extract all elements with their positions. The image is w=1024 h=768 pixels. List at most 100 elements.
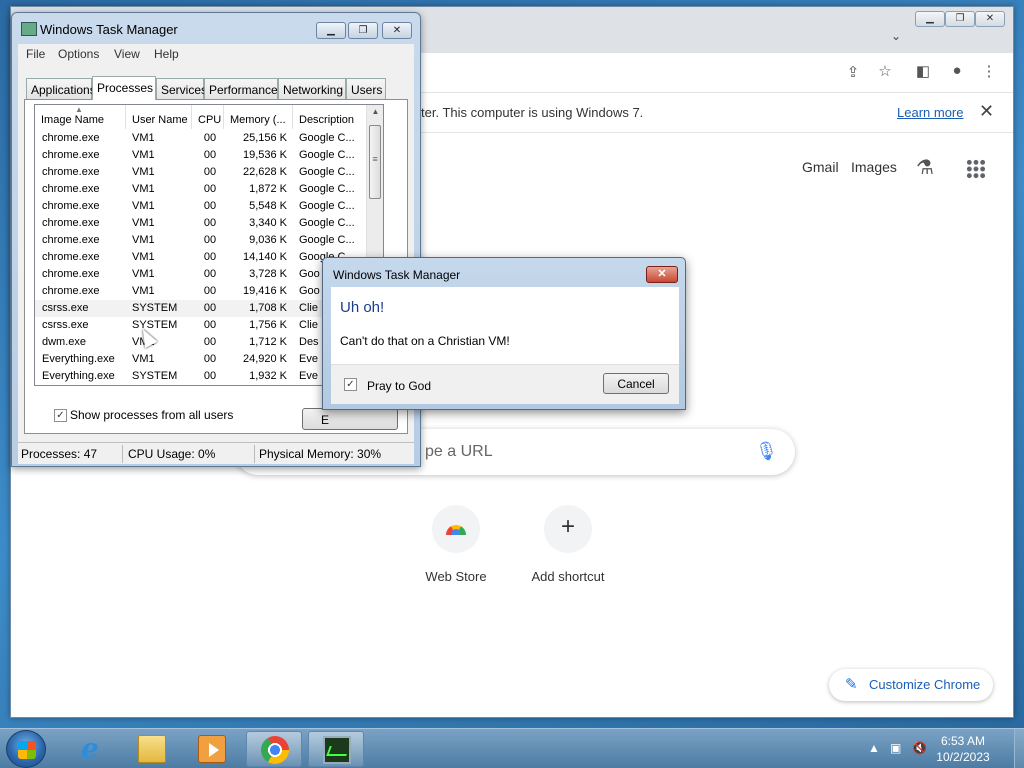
microphone-icon[interactable]: 🎙 [755,441,778,462]
side-panel-icon[interactable]: ◧ [913,62,933,80]
process-row[interactable]: chrome.exe VM1 00 3,728 K Goo [35,266,369,283]
pray-to-god-label: Pray to God [367,379,432,393]
web-store-icon [432,505,480,553]
dialog-title: Windows Task Manager [333,268,461,282]
row-memory: 22,628 K [242,166,287,178]
media-player-icon [198,735,226,763]
menu-file[interactable]: File [26,47,45,61]
dialog-message: Can't do that on a Christian VM! [340,334,510,348]
process-row[interactable]: chrome.exe VM1 00 25,156 K Google C... [35,130,369,147]
tab-applications[interactable]: Applications [26,78,96,99]
process-row[interactable]: Everything.exe SYSTEM 00 1,932 K Eve [35,368,369,385]
bookmark-star-icon[interactable]: ☆ [875,62,895,80]
labs-flask-icon[interactable]: ⚗ [916,155,934,180]
task-manager-title: Windows Task Manager [40,22,178,37]
row-user-name: VM1 [132,234,155,246]
customize-chrome-button[interactable]: ✎ Customize Chrome [829,669,993,701]
search-input[interactable]: pe a URL [425,443,493,461]
row-image-name: chrome.exe [42,149,100,161]
tab-users[interactable]: Users [346,78,386,99]
tab-performance[interactable]: Performance [204,78,278,99]
process-row[interactable]: chrome.exe VM1 00 9,036 K Google C... [35,232,369,249]
banner-close-icon[interactable]: ✕ [979,101,994,122]
process-row[interactable]: chrome.exe VM1 00 5,548 K Google C... [35,198,369,215]
row-memory: 25,156 K [242,132,287,144]
tray-network-icon[interactable]: ▣ [890,741,901,755]
tab-services[interactable]: Services [156,78,207,99]
dialog-close-button[interactable]: ✕ [646,266,678,283]
col-cpu[interactable]: CPU [192,105,224,129]
row-image-name: chrome.exe [42,285,100,297]
process-row[interactable]: chrome.exe VM1 00 3,340 K Google C... [35,215,369,232]
menu-view[interactable]: View [114,47,140,61]
col-user-name[interactable]: User Name [126,105,192,129]
process-row[interactable]: csrss.exe SYSTEM 00 1,708 K Clie [35,300,369,317]
taskbar-clock[interactable]: 6:53 AM 10/2/2023 [926,733,1000,765]
chrome-icon [261,736,289,764]
chrome-maximize-button[interactable]: ❐ [945,11,975,27]
customize-label: Customize Chrome [869,677,981,692]
scroll-thumb[interactable]: ≡ [369,125,381,199]
process-row[interactable]: chrome.exe VM1 00 19,416 K Goo [35,283,369,300]
profile-avatar-icon[interactable]: ● [947,62,967,79]
tm-minimize-button[interactable]: ▁ [316,22,346,39]
shortcut-add[interactable]: + Add shortcut [513,505,623,584]
tab-search-chevron-icon[interactable]: ⌄ [891,29,901,43]
row-image-name: chrome.exe [42,268,100,280]
pray-to-god-checkbox[interactable]: ✓ [344,378,357,391]
col-memory[interactable]: Memory (... [224,105,293,129]
row-cpu: 00 [203,217,217,229]
tray-volume-muted-icon[interactable]: 🔇 [912,741,927,755]
taskbar-file-explorer[interactable] [124,731,180,767]
learn-more-link[interactable]: Learn more [897,105,963,120]
start-button[interactable] [6,730,46,768]
chrome-menu-icon[interactable]: ⋮ [979,62,999,80]
taskbar-chrome[interactable] [246,731,302,767]
row-user-name: VM1 [132,166,155,178]
shortcut-label: Add shortcut [531,569,605,584]
menu-help[interactable]: Help [154,47,179,61]
tm-close-button[interactable]: ✕ [382,22,412,39]
menu-options[interactable]: Options [58,47,99,61]
process-row[interactable]: Everything.exe VM1 00 24,920 K Eve [35,351,369,368]
process-row[interactable]: csrss.exe SYSTEM 00 1,756 K Clie [35,317,369,334]
show-desktop-button[interactable] [1014,729,1024,768]
end-process-button[interactable]: E [302,408,398,430]
row-image-name: Everything.exe [42,353,115,365]
chrome-close-button[interactable]: ✕ [975,11,1005,27]
row-image-name: chrome.exe [42,234,100,246]
chrome-minimize-button[interactable]: ▁ [915,11,945,27]
cancel-button[interactable]: Cancel [603,373,669,394]
scroll-up-arrow-icon[interactable]: ▲ [367,107,383,116]
col-image-name[interactable]: ▲ Image Name [35,105,126,129]
taskbar-task-manager[interactable] [308,731,364,767]
tab-processes[interactable]: Processes [92,76,156,100]
tm-maximize-button[interactable]: ❐ [348,22,378,39]
internet-explorer-icon: e [81,732,99,765]
taskbar-media-player[interactable] [184,731,240,767]
row-cpu: 00 [203,285,217,297]
share-icon[interactable]: ⇪ [843,63,863,81]
process-row[interactable]: chrome.exe VM1 00 19,536 K Google C... [35,147,369,164]
tray-show-hidden-icon[interactable]: ▲ [868,741,880,755]
row-memory: 1,872 K [249,183,287,195]
process-row[interactable]: dwm.exe VM1 00 1,712 K Des [35,334,369,351]
row-memory: 1,932 K [249,370,287,382]
col-description[interactable]: Description [293,105,369,129]
row-image-name: chrome.exe [42,217,100,229]
row-cpu: 00 [203,132,217,144]
show-all-users-checkbox[interactable]: ✓ [54,409,67,422]
row-image-name: chrome.exe [42,166,100,178]
shortcut-web-store[interactable]: Web Store [401,505,511,584]
process-row[interactable]: chrome.exeVM10014,140 KGoogle C... [35,249,369,266]
google-apps-icon[interactable] [966,159,986,179]
process-row[interactable]: chrome.exe VM1 00 22,628 K Google C... [35,164,369,181]
process-row[interactable]: chrome.exe VM1 00 1,872 K Google C... [35,181,369,198]
images-link[interactable]: Images [851,159,897,175]
tab-networking[interactable]: Networking [278,78,346,99]
gmail-link[interactable]: Gmail [802,159,839,175]
status-cpu-usage: CPU Usage: 0% [128,447,216,461]
row-image-name: Everything.exe [42,370,115,382]
row-description: Google C... [299,183,355,195]
taskbar-internet-explorer[interactable]: e [62,731,118,767]
